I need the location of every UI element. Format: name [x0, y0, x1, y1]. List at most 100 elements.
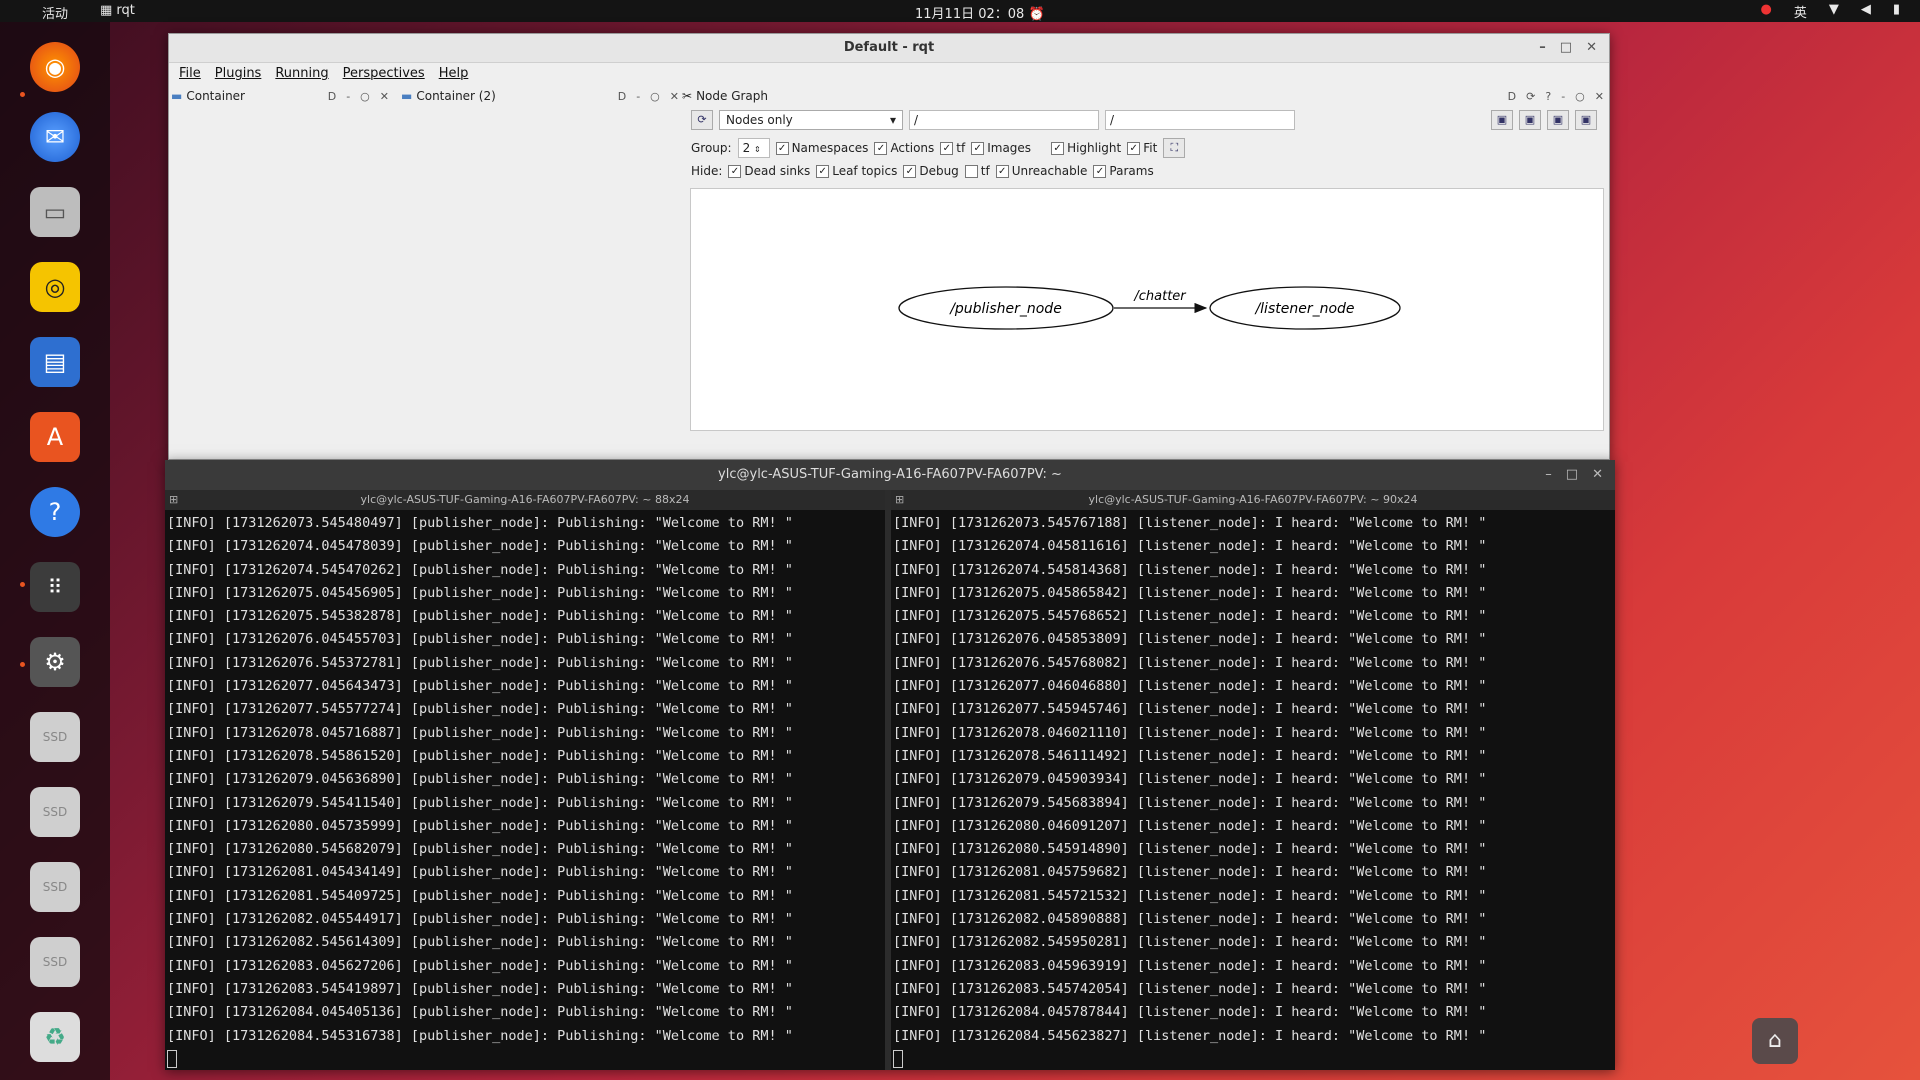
- writer-icon[interactable]: ▤: [30, 337, 80, 387]
- ssd-drive-icon[interactable]: SSD: [30, 712, 80, 762]
- dock-close-icon[interactable]: ✕: [670, 90, 679, 103]
- dock-help-icon[interactable]: ?: [1545, 90, 1551, 103]
- dead-sinks-label: Dead sinks: [744, 164, 811, 178]
- menu-file[interactable]: File: [179, 63, 201, 85]
- dock-minimize-icon[interactable]: -: [346, 90, 350, 103]
- terminal-pane-right[interactable]: ⊞ ylc@ylc-ASUS-TUF-Gaming-A16-FA607PV-FA…: [891, 490, 1615, 1070]
- dock-d-button[interactable]: D: [328, 90, 336, 103]
- fit-view-button[interactable]: ⛶: [1163, 138, 1186, 158]
- close-button[interactable]: ✕: [1592, 460, 1603, 490]
- dock-reload-icon[interactable]: ○: [360, 90, 370, 103]
- graph-file-toolbar: ▣ ▣ ▣ ▣: [1491, 110, 1597, 130]
- pane-split-icon[interactable]: ⊞: [169, 490, 178, 510]
- dock-d-button[interactable]: D: [1508, 90, 1516, 103]
- app-menu-label: rqt: [116, 3, 135, 18]
- checkbox-box: ✓: [816, 164, 830, 178]
- fit-checkbox[interactable]: ✓ Fit: [1127, 141, 1157, 155]
- images-checkbox[interactable]: ✓ Images: [971, 141, 1031, 155]
- terminal-line: [INFO] [1731262079.545683894] [listener_…: [893, 794, 1487, 811]
- terminal-line: [INFO] [1731262075.545382878] [publisher…: [167, 608, 793, 625]
- menu-help[interactable]: Help: [439, 63, 469, 85]
- leaf-topics-label: Leaf topics: [832, 164, 898, 178]
- rqt-titlebar[interactable]: Default - rqt – □ ✕: [169, 34, 1609, 63]
- menu-perspectives[interactable]: Perspectives: [343, 63, 425, 85]
- group-spinbox[interactable]: 2 ⇕: [737, 138, 770, 158]
- volume-icon: ◀: [1860, 2, 1871, 17]
- terminal-line: [INFO] [1731262084.545316738] [publisher…: [167, 1027, 793, 1044]
- dock-settings-icon[interactable]: ⟳: [1526, 90, 1535, 103]
- help-icon[interactable]: ?: [30, 487, 80, 537]
- dock-close-icon[interactable]: ✕: [380, 90, 389, 103]
- dock-close-icon[interactable]: ✕: [1595, 90, 1604, 103]
- save-image-button[interactable]: ▣: [1575, 110, 1597, 130]
- debug-checkbox[interactable]: ✓ Debug: [903, 164, 959, 178]
- ssd-drive-icon[interactable]: SSD: [30, 862, 80, 912]
- graph-type-select[interactable]: Nodes only ▾: [719, 110, 903, 130]
- clock[interactable]: 11月11日 02：08 ⏰: [915, 3, 1045, 22]
- topic-filter-input[interactable]: /: [1105, 110, 1295, 130]
- container2-dock-header[interactable]: ▬ Container (2) D - ○ ✕: [401, 86, 679, 106]
- unreachable-label: Unreachable: [1011, 164, 1088, 178]
- maximize-button[interactable]: □: [1566, 460, 1578, 490]
- dock-d-button[interactable]: D: [618, 90, 626, 103]
- dock-minimize-icon[interactable]: -: [1561, 90, 1565, 103]
- dock-minimize-icon[interactable]: -: [636, 90, 640, 103]
- files-icon[interactable]: ▭: [30, 187, 80, 237]
- activities-button[interactable]: 活动: [42, 3, 68, 22]
- namespace-filter-input[interactable]: /: [909, 110, 1099, 130]
- terminal-line: [INFO] [1731262078.545861520] [publisher…: [167, 747, 793, 764]
- rhythmbox-icon[interactable]: ◎: [30, 262, 80, 312]
- container-dock-header[interactable]: ▬ Container D - ○ ✕: [171, 86, 389, 106]
- settings-icon[interactable]: ⚙: [30, 637, 80, 687]
- tf-checkbox[interactable]: ✓ tf: [940, 141, 965, 155]
- maximize-button[interactable]: □: [1560, 34, 1572, 62]
- terminal-line: [INFO] [1731262081.045759682] [listener_…: [893, 864, 1487, 881]
- thunderbird-icon[interactable]: ✉: [30, 112, 80, 162]
- ssd-drive-icon[interactable]: SSD: [30, 937, 80, 987]
- trash-icon[interactable]: ♻: [30, 1012, 80, 1062]
- hide-tf-checkbox[interactable]: tf: [964, 164, 990, 178]
- pane-split-icon[interactable]: ⊞: [895, 490, 904, 510]
- graph-canvas[interactable]: /publisher_node /chatter /listener_node: [690, 188, 1604, 431]
- save-dot-button[interactable]: ▣: [1519, 110, 1541, 130]
- ssd-drive-icon[interactable]: SSD: [30, 787, 80, 837]
- ssd-drive-label: SSD: [42, 730, 68, 744]
- terminal-pane-left[interactable]: ⊞ ylc@ylc-ASUS-TUF-Gaming-A16-FA607PV-FA…: [165, 490, 885, 1070]
- namespaces-checkbox[interactable]: ✓ Namespaces: [775, 141, 868, 155]
- node-graph-dock-header[interactable]: ✂ Node Graph D ⟳ ? - ○ ✕: [682, 86, 1604, 106]
- dock-reload-icon[interactable]: ○: [650, 90, 660, 103]
- battery-icon: ▮: [1892, 2, 1900, 17]
- ssd-drive-label: SSD: [42, 805, 68, 819]
- close-button[interactable]: ✕: [1586, 34, 1597, 62]
- terminal-line: [INFO] [1731262082.545614309] [publisher…: [167, 934, 793, 951]
- home-folder-icon[interactable]: ⌂: [1752, 1018, 1798, 1064]
- checkbox-box: ✓: [1051, 141, 1065, 155]
- unreachable-checkbox[interactable]: ✓ Unreachable: [995, 164, 1088, 178]
- save-svg-button[interactable]: ▣: [1547, 110, 1569, 130]
- minimize-button[interactable]: –: [1545, 460, 1552, 490]
- chevron-down-icon: ▾: [889, 113, 896, 127]
- refresh-graph-button[interactable]: ⟳: [691, 110, 713, 130]
- params-checkbox[interactable]: ✓ Params: [1093, 164, 1154, 178]
- highlight-checkbox[interactable]: ✓ Highlight: [1051, 141, 1121, 155]
- menu-plugins[interactable]: Plugins: [215, 63, 262, 85]
- minimize-button[interactable]: –: [1539, 34, 1546, 62]
- app-center-icon[interactable]: A: [30, 412, 80, 462]
- app-grid-icon[interactable]: ⠿: [30, 562, 80, 612]
- spin-arrows-icon: ⇕: [754, 145, 761, 154]
- load-dot-button[interactable]: ▣: [1491, 110, 1513, 130]
- leaf-topics-checkbox[interactable]: ✓ Leaf topics: [816, 164, 897, 178]
- system-tray[interactable]: ● 英 ▼ ◀ ▮: [1760, 2, 1900, 21]
- menu-running[interactable]: Running: [275, 63, 328, 85]
- terminal-titlebar[interactable]: ylc@ylc-ASUS-TUF-Gaming-A16-FA607PV-FA60…: [165, 460, 1615, 490]
- firefox-icon[interactable]: ◉: [30, 42, 80, 92]
- actions-checkbox[interactable]: ✓ Actions: [874, 141, 934, 155]
- terminal-line: [INFO] [1731262077.545577274] [publisher…: [167, 701, 793, 718]
- app-menu[interactable]: ▦ rqt: [100, 3, 135, 18]
- dock-reload-icon[interactable]: ○: [1575, 90, 1585, 103]
- params-label: Params: [1109, 164, 1154, 178]
- terminal-line: [INFO] [1731262081.045434149] [publisher…: [167, 864, 793, 881]
- checkbox-box: ✓: [775, 141, 789, 155]
- input-method-indicator[interactable]: 英: [1794, 2, 1807, 21]
- dead-sinks-checkbox[interactable]: ✓ Dead sinks: [728, 164, 810, 178]
